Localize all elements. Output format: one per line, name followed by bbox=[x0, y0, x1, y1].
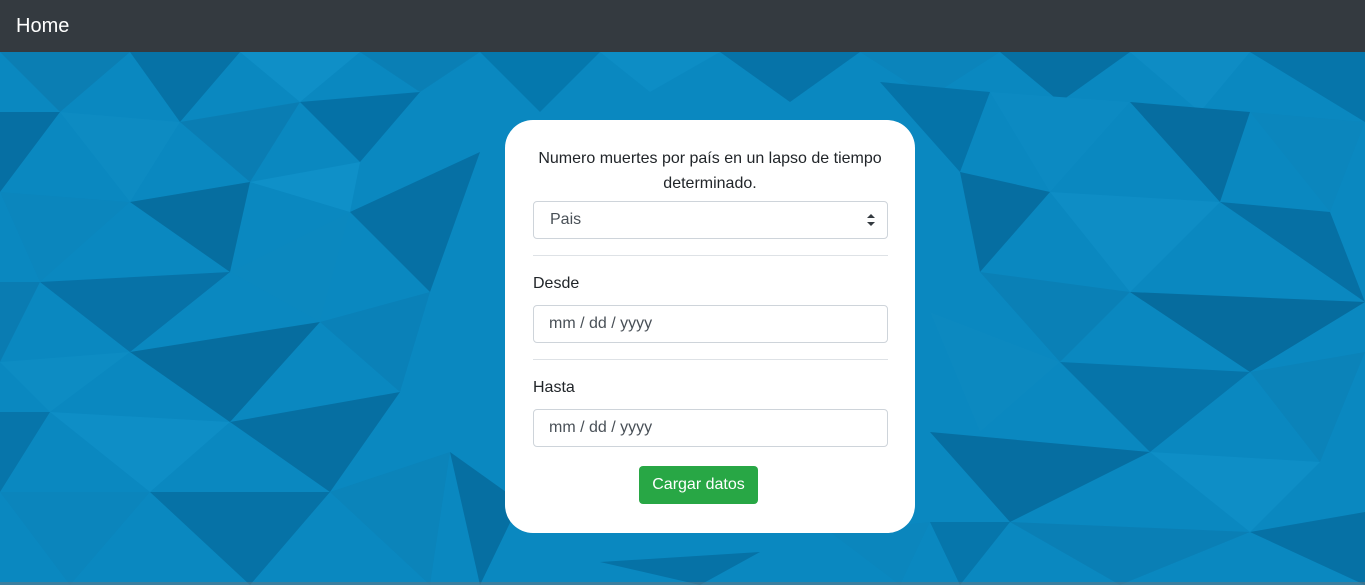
load-data-button[interactable]: Cargar datos bbox=[639, 466, 758, 504]
to-date-input[interactable]: mm / dd / yyyy bbox=[533, 409, 888, 447]
country-select[interactable]: Pais bbox=[533, 201, 888, 239]
to-label: Hasta bbox=[533, 379, 575, 396]
form-title: Numero muertes por país en un lapso de t… bbox=[538, 150, 882, 192]
from-label: Desde bbox=[533, 275, 580, 292]
divider bbox=[533, 255, 888, 256]
form-card: Numero muertes por país en un lapso de t… bbox=[505, 120, 915, 533]
navbar-brand-home[interactable]: Home bbox=[16, 15, 69, 38]
country-select-value: Pais bbox=[550, 211, 582, 228]
divider bbox=[533, 359, 888, 360]
from-date-input[interactable]: mm / dd / yyyy bbox=[533, 305, 888, 343]
navbar: Home bbox=[0, 0, 1365, 52]
select-arrows-icon bbox=[867, 214, 875, 226]
